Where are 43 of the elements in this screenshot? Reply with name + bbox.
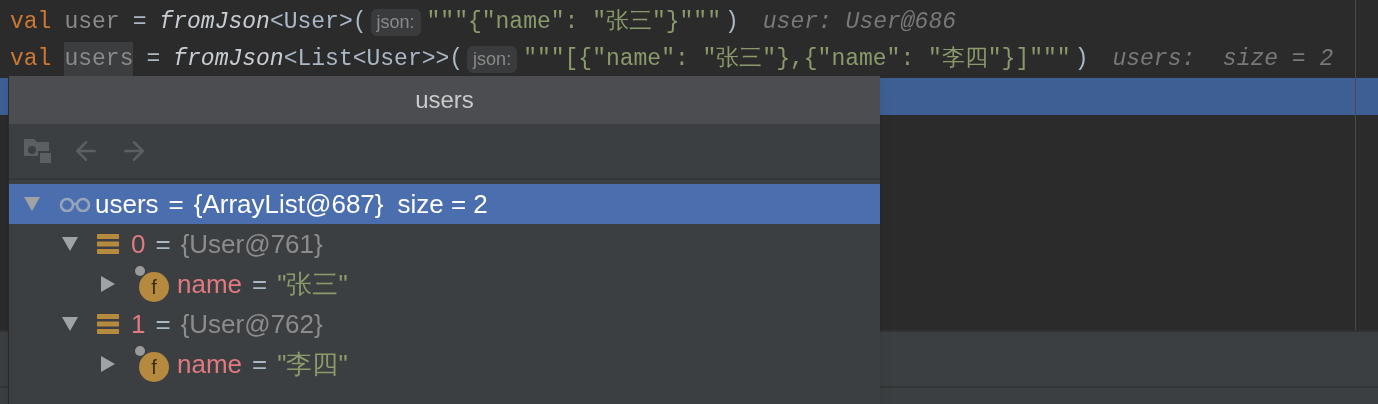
code-text: <User>( bbox=[269, 8, 367, 38]
code-variable: users bbox=[64, 42, 134, 77]
code-string: """[{"name": "张三"},{"name": "李四"}]""" bbox=[523, 45, 1071, 75]
code-operator: = bbox=[132, 8, 147, 38]
variable-value: "李四" bbox=[277, 347, 348, 381]
equals-sign: = bbox=[252, 347, 268, 381]
inline-debug-value: user: User@686 bbox=[762, 8, 957, 38]
variable-name: users bbox=[95, 187, 159, 221]
variable-name: 1 bbox=[131, 307, 146, 341]
tree-row[interactable]: f name = "李四" bbox=[9, 344, 880, 384]
tree-row[interactable]: 1 = {User@762} bbox=[9, 304, 880, 344]
tree-row[interactable]: users = {ArrayList@687} size = 2 bbox=[9, 184, 880, 224]
code-keyword: val bbox=[10, 8, 52, 38]
variable-name: name bbox=[177, 267, 243, 301]
parameter-hint: json: bbox=[467, 46, 518, 73]
code-string: """{"name": "张三"}""" bbox=[426, 8, 721, 38]
tree-row[interactable]: f name = "张三" bbox=[9, 264, 880, 304]
tree-row[interactable]: 0 = {User@761} bbox=[9, 224, 880, 264]
code-function: fromJson bbox=[173, 45, 284, 75]
list-icon bbox=[97, 234, 119, 254]
inline-debug-value: users: size = 2 bbox=[1112, 45, 1334, 75]
parameter-hint: json: bbox=[370, 9, 421, 36]
code-text: ) bbox=[1074, 45, 1089, 75]
variable-name: name bbox=[177, 347, 243, 381]
code-text: <List<User>>( bbox=[283, 45, 464, 75]
variable-value: {User@762} bbox=[180, 307, 323, 341]
popup-title: users bbox=[9, 76, 880, 124]
equals-sign: = bbox=[252, 267, 268, 301]
list-icon bbox=[97, 314, 119, 334]
code-function: fromJson bbox=[159, 8, 270, 38]
code-text: ) bbox=[725, 8, 739, 38]
variable-value: {User@761} bbox=[180, 227, 323, 261]
code-operator: = bbox=[146, 45, 161, 75]
code-variable: user bbox=[64, 8, 120, 38]
variable-value: "张三" bbox=[277, 267, 348, 301]
equals-sign: = bbox=[155, 307, 171, 341]
equals-sign: = bbox=[168, 187, 184, 221]
equals-sign: = bbox=[155, 227, 171, 261]
variable-size: size = 2 bbox=[397, 187, 488, 221]
glasses-icon bbox=[59, 196, 91, 212]
variable-value: {ArrayList@687} bbox=[193, 187, 384, 221]
variable-name: 0 bbox=[131, 227, 146, 261]
code-keyword: val bbox=[10, 45, 52, 75]
